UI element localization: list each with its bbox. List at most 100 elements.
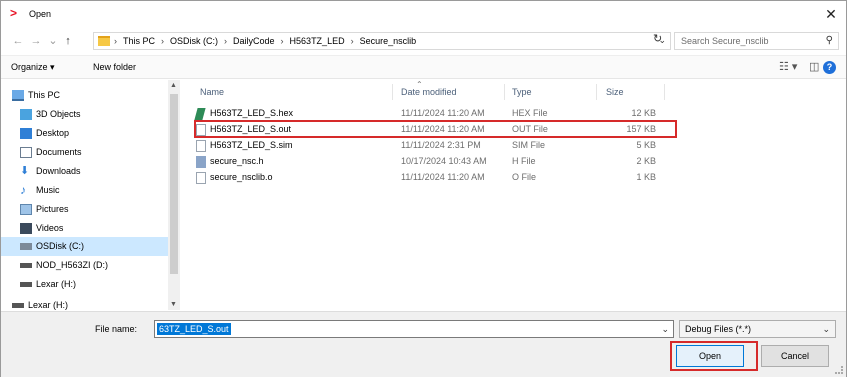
file-size: 2 KB bbox=[636, 156, 656, 166]
drive-icon bbox=[20, 263, 32, 268]
file-name: secure_nsc.h bbox=[210, 156, 264, 166]
preview-pane-icon[interactable]: ◫ bbox=[809, 60, 819, 73]
column-header-name[interactable]: Name bbox=[200, 87, 224, 97]
sidebar-item-label: Lexar (H:) bbox=[28, 300, 69, 310]
column-divider[interactable] bbox=[596, 84, 597, 100]
sidebar-item-osdisk[interactable]: OSDisk (C:) bbox=[1, 237, 168, 256]
file-icon bbox=[196, 172, 206, 184]
sidebar-item-label: 3D Objects bbox=[36, 109, 81, 119]
sidebar-item-nod-h563zi[interactable]: NOD_H563ZI (D:) bbox=[1, 256, 168, 275]
back-button[interactable]: ← bbox=[11, 34, 25, 48]
search-icon: ⚲ bbox=[825, 35, 833, 46]
file-name-bar: File name: 63TZ_LED_S.out ⌄ Debug Files … bbox=[1, 311, 846, 377]
resize-grip-icon[interactable] bbox=[835, 366, 843, 374]
open-dialog: > Open ✕ ← → ⌄ ↑ › This PC › OSDisk (C:)… bbox=[0, 0, 847, 377]
pc-icon bbox=[12, 90, 24, 101]
file-type-value: Debug Files (*.*) bbox=[685, 324, 752, 334]
cancel-button[interactable]: Cancel bbox=[761, 345, 829, 367]
file-name-input[interactable]: 63TZ_LED_S.out ⌄ bbox=[154, 320, 674, 338]
sidebar-item-label: Music bbox=[36, 185, 60, 195]
file-type: HEX File bbox=[512, 108, 548, 118]
sidebar-item-label: NOD_H563ZI (D:) bbox=[36, 260, 109, 270]
breadcrumb-h563tz-led[interactable]: H563TZ_LED bbox=[290, 36, 345, 46]
music-icon: ♪ bbox=[20, 183, 26, 197]
file-type-select[interactable]: Debug Files (*.*) ⌄ bbox=[679, 320, 836, 338]
breadcrumb-secure-nsclib[interactable]: Secure_nsclib bbox=[360, 36, 417, 46]
search-placeholder: Search Secure_nsclib bbox=[681, 36, 769, 46]
sidebar-item-label: This PC bbox=[28, 90, 61, 100]
breadcrumb-dailycode[interactable]: DailyCode bbox=[233, 36, 275, 46]
sidebar-item-3d-objects[interactable]: 3D Objects bbox=[1, 105, 168, 124]
file-type: H File bbox=[512, 156, 536, 166]
file-row[interactable]: secure_nsclib.o 11/11/2024 11:20 AM O Fi… bbox=[196, 171, 676, 186]
file-name: H563TZ_LED_S.hex bbox=[210, 108, 294, 118]
navigation-pane: This PC 3D Objects Desktop Documents ⬇ D… bbox=[1, 80, 181, 310]
column-header-size[interactable]: Size bbox=[606, 87, 624, 97]
column-divider[interactable] bbox=[392, 84, 393, 100]
hex-file-icon bbox=[194, 108, 206, 120]
folder-icon bbox=[98, 36, 110, 46]
column-header-date[interactable]: Date modified bbox=[401, 87, 457, 97]
sidebar-item-lexar[interactable]: Lexar (H:) bbox=[1, 275, 168, 294]
sidebar-scrollbar[interactable]: ▲ ▼ bbox=[168, 80, 180, 310]
scrollbar-thumb[interactable] bbox=[170, 94, 178, 274]
sidebar-item-downloads[interactable]: ⬇ Downloads bbox=[1, 162, 168, 181]
refresh-icon[interactable]: ↻ bbox=[653, 32, 662, 45]
sidebar-item-label: Lexar (H:) bbox=[36, 279, 77, 289]
file-type: O File bbox=[512, 172, 537, 182]
sidebar-item-pictures[interactable]: Pictures bbox=[1, 200, 168, 219]
file-name-label: File name: bbox=[95, 324, 138, 334]
file-icon bbox=[196, 140, 206, 152]
file-size: 12 KB bbox=[631, 108, 656, 118]
scroll-down-icon[interactable]: ▼ bbox=[170, 301, 177, 308]
command-bar: Organize ▾ New folder ☷ ▾ ◫ ? bbox=[1, 55, 846, 79]
breadcrumb-separator: › bbox=[161, 36, 165, 46]
view-options-icon[interactable]: ☷ ▾ bbox=[779, 60, 797, 73]
forward-button[interactable]: → bbox=[29, 34, 43, 48]
file-row[interactable]: secure_nsc.h 10/17/2024 10:43 AM H File … bbox=[196, 155, 676, 170]
drive-icon bbox=[20, 282, 32, 287]
app-icon: > bbox=[10, 6, 18, 20]
recent-dropdown-icon[interactable]: ⌄ bbox=[46, 34, 60, 48]
breadcrumb: › This PC › OSDisk (C:) › DailyCode › H5… bbox=[114, 36, 416, 46]
sidebar-item-label: OSDisk (C:) bbox=[36, 241, 84, 251]
sidebar-item-this-pc[interactable]: This PC bbox=[1, 86, 168, 105]
dialog-title: Open bbox=[29, 9, 52, 19]
organize-menu[interactable]: Organize ▾ bbox=[11, 62, 55, 73]
drive-icon bbox=[12, 303, 24, 308]
sidebar-item-documents[interactable]: Documents bbox=[1, 143, 168, 162]
documents-icon bbox=[20, 147, 32, 158]
search-input[interactable]: Search Secure_nsclib ⚲ bbox=[674, 32, 839, 50]
new-folder-button[interactable]: New folder bbox=[93, 62, 136, 72]
file-date: 11/11/2024 11:20 AM bbox=[401, 108, 485, 118]
column-divider[interactable] bbox=[664, 84, 665, 100]
chevron-down-icon[interactable]: ⌄ bbox=[822, 324, 830, 335]
file-date: 11/11/2024 2:31 PM bbox=[401, 140, 481, 150]
up-button[interactable]: ↑ bbox=[61, 34, 75, 48]
sidebar-item-videos[interactable]: Videos bbox=[1, 219, 168, 238]
chevron-down-icon[interactable]: ⌄ bbox=[661, 324, 669, 335]
sidebar-item-label: Desktop bbox=[36, 128, 70, 138]
column-header-type[interactable]: Type bbox=[512, 87, 532, 97]
file-name: H563TZ_LED_S.sim bbox=[210, 140, 293, 150]
address-bar[interactable]: › This PC › OSDisk (C:) › DailyCode › H5… bbox=[93, 32, 671, 50]
videos-icon bbox=[20, 223, 32, 234]
sidebar-item-desktop[interactable]: Desktop bbox=[1, 124, 168, 143]
breadcrumb-osdisk[interactable]: OSDisk (C:) bbox=[170, 36, 218, 46]
sidebar-item-label: Downloads bbox=[36, 166, 81, 176]
breadcrumb-separator: › bbox=[114, 36, 117, 46]
file-date: 10/17/2024 10:43 AM bbox=[401, 156, 487, 166]
drive-icon bbox=[20, 243, 32, 250]
file-row[interactable]: H563TZ_LED_S.sim 11/11/2024 2:31 PM SIM … bbox=[196, 139, 676, 154]
column-divider[interactable] bbox=[504, 84, 505, 100]
breadcrumb-this-pc[interactable]: This PC bbox=[123, 36, 155, 46]
open-button[interactable]: Open bbox=[676, 345, 744, 367]
breadcrumb-separator: › bbox=[224, 36, 228, 46]
help-icon[interactable]: ? bbox=[823, 61, 836, 74]
breadcrumb-separator: › bbox=[280, 36, 284, 46]
sidebar-item-music[interactable]: ♪ Music bbox=[1, 181, 168, 200]
close-button[interactable]: ✕ bbox=[822, 5, 840, 23]
scroll-up-icon[interactable]: ▲ bbox=[170, 82, 177, 89]
file-size: 1 KB bbox=[636, 172, 656, 182]
download-icon: ⬇ bbox=[20, 165, 30, 177]
